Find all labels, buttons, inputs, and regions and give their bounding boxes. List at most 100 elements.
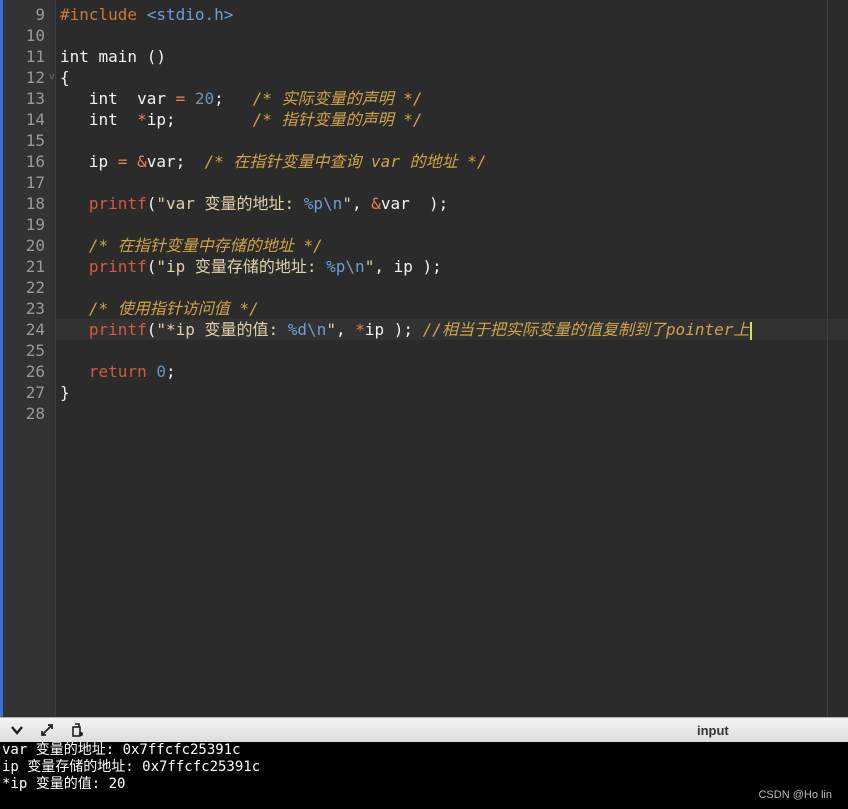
- line-number: 17: [25, 173, 45, 192]
- code-token: ": [326, 320, 336, 339]
- code-token: printf: [88, 194, 147, 213]
- code-line[interactable]: #include <stdio.h>: [60, 4, 233, 25]
- code-token: =: [175, 89, 186, 108]
- code-token: *: [137, 110, 147, 129]
- line-number: 10: [25, 26, 45, 45]
- line-number: 22: [25, 278, 45, 297]
- code-token: /* 实际变量的声明 */: [252, 89, 423, 108]
- code-token: <stdio.h>: [146, 5, 234, 24]
- code-token: /* 在指针变量中存储的地址 */: [88, 236, 323, 255]
- line-number: 18: [25, 194, 45, 213]
- code-token: }: [60, 383, 70, 402]
- code-token: #include: [60, 5, 147, 24]
- line-number: 26: [25, 362, 45, 381]
- code-token: ": [364, 257, 375, 276]
- clear-icon[interactable]: [70, 723, 84, 740]
- code-token: ip: [60, 152, 118, 171]
- code-token: ip );: [364, 320, 423, 339]
- code-token: {: [60, 68, 70, 87]
- line-number: 9: [35, 5, 45, 24]
- code-line[interactable]: /* 在指针变量中存储的地址 */: [60, 235, 323, 256]
- code-line[interactable]: printf("var 变量的地址: %p\n", &var );: [60, 193, 448, 214]
- code-line[interactable]: printf("ip 变量存储的地址: %p\n", ip );: [60, 256, 442, 277]
- code-token: ip;: [146, 110, 253, 129]
- code-token: int main (): [60, 47, 166, 66]
- line-number: 16: [25, 152, 45, 171]
- code-token: %p\n: [303, 194, 343, 213]
- watermark: CSDN @Ho lin: [758, 789, 832, 801]
- code-token: (: [146, 320, 157, 339]
- console-output-line: ip 变量存储的地址: 0x7ffcfc25391c: [2, 759, 261, 775]
- code-token: var );: [380, 194, 449, 213]
- code-token: int var: [60, 89, 176, 108]
- code-token: var;: [146, 152, 205, 171]
- console-output-line: var 变量的地址: 0x7ffcfc25391c: [2, 742, 241, 758]
- code-line[interactable]: {: [60, 67, 70, 88]
- code-line[interactable]: /* 使用指针访问值 */: [60, 298, 259, 319]
- code-line[interactable]: printf("*ip 变量的值: %d\n", *ip ); //相当于把实际…: [60, 319, 753, 340]
- input-label[interactable]: input: [697, 723, 729, 738]
- code-token: printf: [88, 320, 147, 339]
- line-number: 27: [25, 383, 45, 402]
- code-token: "*ip 变量的值:: [156, 320, 288, 339]
- code-editor[interactable]: 9 10 11 12 ˅ 13 14 15 16 17 18 19 20 21 22 23 24 25 26 27 28…: [3, 0, 848, 717]
- code-token: /* 使用指针访问值 */: [88, 299, 259, 318]
- code-token: ;: [165, 362, 176, 381]
- code-line[interactable]: int var = 20; /* 实际变量的声明 */: [60, 88, 423, 109]
- code-token: 20: [194, 89, 215, 108]
- console-output-line: *ip 变量的值: 20: [2, 776, 126, 792]
- code-token: ,: [335, 320, 356, 339]
- expand-icon[interactable]: [40, 723, 54, 740]
- text-cursor: [750, 321, 753, 340]
- code-token: (: [146, 194, 157, 213]
- code-line[interactable]: int *ip; /* 指针变量的声明 */: [60, 109, 423, 130]
- line-number: 14: [25, 110, 45, 129]
- code-token: *: [355, 320, 365, 339]
- line-number: 13: [25, 89, 45, 108]
- code-token: "var 变量的地址:: [156, 194, 304, 213]
- vertical-scrollbar-track[interactable]: [827, 0, 828, 717]
- line-number: 20: [25, 236, 45, 255]
- code-token: =: [117, 152, 128, 171]
- line-number: 19: [25, 215, 45, 234]
- fold-toggle-icon[interactable]: ˅: [49, 67, 55, 88]
- code-token: return: [88, 362, 147, 381]
- line-number: 21: [25, 257, 45, 276]
- code-token: /* 在指针变量中查询 var 的地址 */: [204, 152, 487, 171]
- code-token: (: [146, 257, 157, 276]
- code-token: &: [371, 194, 381, 213]
- code-token: , ip );: [374, 257, 442, 276]
- line-number: 28: [25, 404, 45, 423]
- line-number: 25: [25, 341, 45, 360]
- code-area[interactable]: #include <stdio.h> int main () { int var =…: [56, 0, 848, 717]
- code-line[interactable]: ip = &var; /* 在指针变量中查询 var 的地址 */: [60, 151, 487, 172]
- code-line[interactable]: return 0;: [60, 361, 176, 382]
- console-toolbar: input: [0, 717, 848, 743]
- code-token: ,: [351, 194, 372, 213]
- line-number-gutter: 9 10 11 12 ˅ 13 14 15 16 17 18 19 20 21 22 23 24 25 26 27 28: [3, 0, 56, 717]
- code-token: 0: [156, 362, 166, 381]
- code-token: //相当于把实际变量的值复制到了pointer上: [422, 320, 750, 339]
- code-token: %p\n: [326, 257, 365, 276]
- code-token: /* 指针变量的声明 */: [252, 110, 423, 129]
- code-token: ;: [214, 89, 253, 108]
- code-line[interactable]: }: [60, 382, 70, 403]
- code-token: &: [137, 152, 147, 171]
- line-number: 15: [25, 131, 45, 150]
- code-line[interactable]: int main (): [60, 46, 166, 67]
- code-token: "ip 变量存储的地址:: [156, 257, 327, 276]
- line-number: 11: [25, 47, 45, 66]
- chevron-down-icon[interactable]: [10, 723, 24, 740]
- code-token: printf: [88, 257, 147, 276]
- line-number: 24: [25, 320, 45, 339]
- console-output[interactable]: var 变量的地址: 0x7ffcfc25391c ip 变量存储的地址: 0x…: [0, 742, 848, 809]
